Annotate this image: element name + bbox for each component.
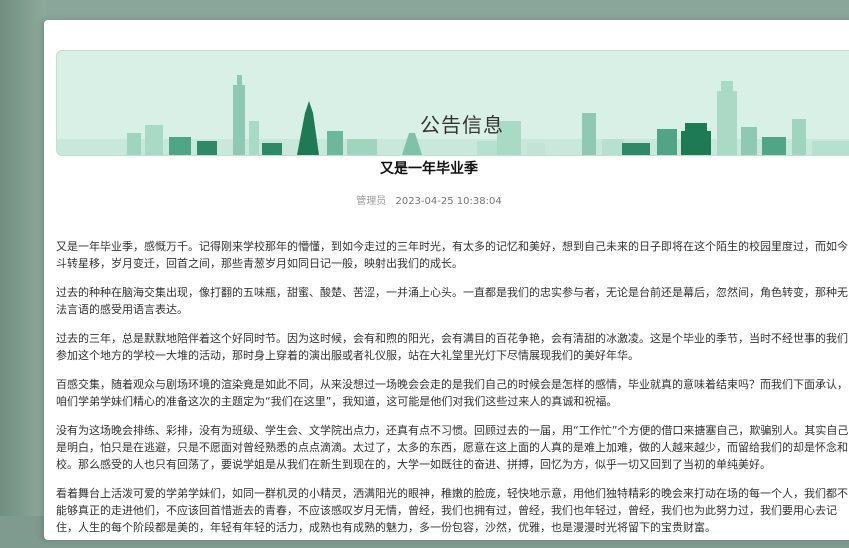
article-date: 2023-04-25 10:38:04 bbox=[395, 196, 502, 207]
announcement-page: 公告信息 又是一年毕业季 管理员 2023-04-25 10:38:04 又是一… bbox=[44, 20, 849, 540]
announcement-banner: 公告信息 bbox=[56, 50, 849, 156]
article-title: 又是一年毕业季 bbox=[380, 161, 478, 177]
article-author: 管理员 bbox=[356, 196, 387, 207]
backdrop-left bbox=[0, 0, 46, 516]
article-paragraph: 没有为这场晚会排练、彩排，没有为班级、学生会、文学院出点力，还真有点不习惯。回顾… bbox=[56, 424, 849, 471]
city-skyline-illustration bbox=[57, 75, 849, 155]
banner-title: 公告信息 bbox=[420, 113, 504, 137]
article-meta: 管理员 2023-04-25 10:38:04 bbox=[44, 192, 814, 207]
article-paragraph: 百感交集，随着观众与剧场环境的渲染竟是如此不同，从来没想过一场晚会会走的是我们自… bbox=[56, 378, 848, 408]
article-paragraph: 看着舞台上活泼可爱的学弟学妹们，如同一群机灵的小精灵，洒满阳光的眼神，稚嫩的脸庞… bbox=[56, 487, 848, 534]
article-paragraph: 过去的三年，总是默默地陪伴着这个好同时节。因为这时候，会有和煦的阳光，会有满目的… bbox=[56, 332, 848, 362]
article-paragraph: 过去的种种在脑海交集出现，像打翻的五味瓶，甜蜜、酸楚、苦涩，一并涌上心头。一直都… bbox=[56, 286, 848, 316]
article-body: 又是一年毕业季，感慨万千。记得刚来学校那年的懵懂，到如今走过的三年时光，有太多的… bbox=[56, 238, 849, 548]
article-paragraph: 又是一年毕业季，感慨万千。记得刚来学校那年的懵懂，到如今走过的三年时光，有太多的… bbox=[56, 240, 848, 270]
